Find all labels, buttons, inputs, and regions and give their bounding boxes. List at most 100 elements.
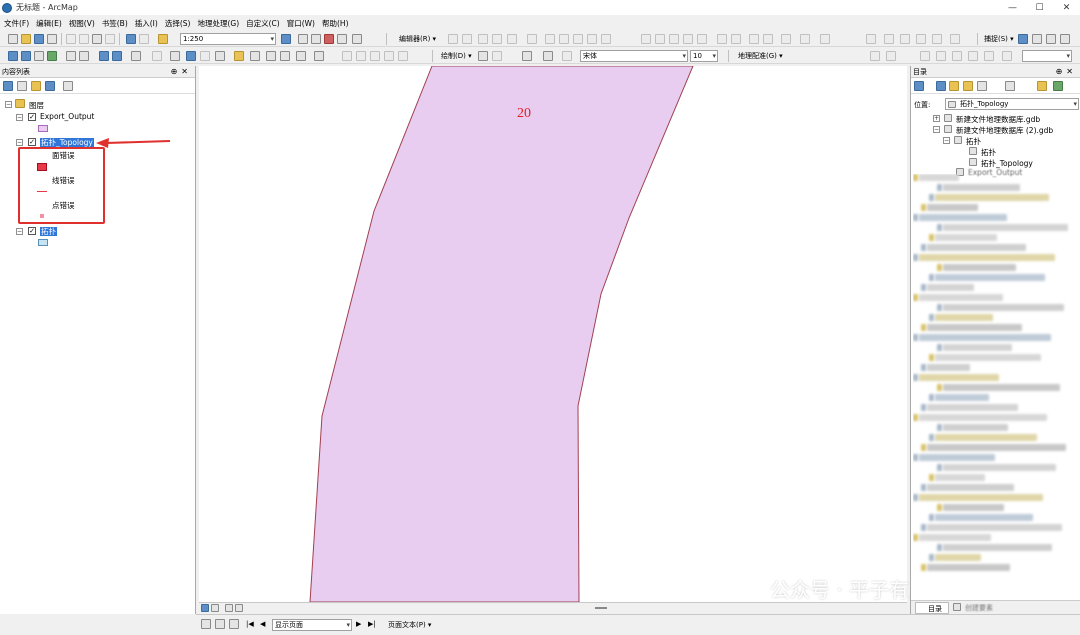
font-combo[interactable]: 宋体 <box>580 50 688 62</box>
location-combo[interactable]: 拓扑_Topology <box>945 98 1079 110</box>
catalog-item-gdb-1[interactable]: 新建文件地理数据库.gdb <box>956 114 1040 125</box>
map-canvas[interactable]: 20 <box>199 66 907 602</box>
back-extent-icon[interactable] <box>99 51 109 61</box>
catalog-item-feature-class[interactable]: 拓扑 <box>981 147 996 158</box>
copy-icon[interactable] <box>79 34 89 44</box>
page-icon[interactable] <box>229 619 239 629</box>
undo-icon[interactable] <box>126 34 136 44</box>
tab-catalog[interactable]: 目录 <box>915 602 949 614</box>
symbol-swatch[interactable] <box>38 239 48 246</box>
toc-options-icon[interactable] <box>63 81 73 91</box>
connect-folder-icon[interactable] <box>977 81 987 91</box>
expand-icon[interactable]: − <box>16 114 23 121</box>
menu-bookmarks[interactable]: 书签(B) <box>102 18 128 29</box>
georeferencing-menu[interactable]: 地理配准(G) ▾ <box>738 51 783 61</box>
identify-icon[interactable] <box>186 51 196 61</box>
scroll-grip[interactable] <box>595 607 607 609</box>
delete-icon[interactable] <box>105 34 115 44</box>
menu-selection[interactable]: 选择(S) <box>165 18 191 29</box>
expand-icon[interactable]: − <box>933 126 940 133</box>
end-snapping-icon[interactable] <box>1032 34 1042 44</box>
back-icon[interactable] <box>914 81 924 91</box>
draw-select-icon[interactable] <box>478 51 488 61</box>
time-slider-icon[interactable] <box>296 51 306 61</box>
list-by-visibility-icon[interactable] <box>31 81 41 91</box>
fixed-zoom-in-icon[interactable] <box>66 51 76 61</box>
up-one-level-icon[interactable] <box>949 81 959 91</box>
menu-geoprocessing[interactable]: 地理处理(G) <box>197 18 239 29</box>
expand-icon[interactable]: + <box>933 115 940 122</box>
editor-toolbar-icon[interactable] <box>281 34 291 44</box>
snapping-menu[interactable]: 捕捉(S) ▾ <box>984 34 1014 44</box>
expand-icon[interactable]: − <box>943 137 950 144</box>
tab-create-features[interactable]: 创建要素 <box>953 602 993 614</box>
menu-help[interactable]: 帮助(H) <box>322 18 349 29</box>
redo-icon[interactable] <box>139 34 149 44</box>
list-by-drawing-order-icon[interactable] <box>3 81 13 91</box>
list-by-selection-icon[interactable] <box>45 81 55 91</box>
callout-icon[interactable] <box>562 51 572 61</box>
draw-menu[interactable]: 绘制(D) ▾ <box>441 51 472 61</box>
clear-selection-icon[interactable] <box>152 51 162 61</box>
list-by-source-icon[interactable] <box>17 81 27 91</box>
select-features-icon[interactable] <box>131 51 141 61</box>
polygon-feature[interactable] <box>309 66 694 602</box>
open-icon[interactable] <box>21 34 31 44</box>
prev-page-icon[interactable]: ◀ <box>260 620 265 628</box>
rectangle-icon[interactable] <box>522 51 532 61</box>
select-elements-icon[interactable] <box>170 51 180 61</box>
toc-pin-close[interactable]: ⊕✕ <box>171 66 192 78</box>
search-window-icon[interactable] <box>324 34 334 44</box>
symbol-swatch[interactable] <box>38 125 48 132</box>
python-window-icon[interactable] <box>352 34 362 44</box>
text-icon[interactable] <box>543 51 553 61</box>
catalog-item-dataset[interactable]: 拓扑 <box>966 136 981 147</box>
new-folder-icon[interactable] <box>1037 81 1047 91</box>
find-icon[interactable] <box>250 51 260 61</box>
menu-customize[interactable]: 自定义(C) <box>246 18 280 29</box>
catalog-pin-close[interactable]: ⊕✕ <box>1056 66 1077 78</box>
forward-extent-icon[interactable] <box>112 51 122 61</box>
expand-icon[interactable]: − <box>5 101 12 108</box>
add-data-icon[interactable] <box>158 34 168 44</box>
catalog-search-icon[interactable] <box>1053 81 1063 91</box>
catalog-window-icon[interactable] <box>311 34 321 44</box>
catalog-item-gdb-2[interactable]: 新建文件地理数据库 (2).gdb <box>956 125 1053 136</box>
layer-visibility-checkbox[interactable]: ✓ <box>28 113 36 121</box>
layer-visibility-checkbox[interactable]: ✓ <box>28 138 36 146</box>
page-text-menu[interactable]: 页面文本(P) ▾ <box>388 620 431 630</box>
find-route-icon[interactable] <box>266 51 276 61</box>
refresh-icon[interactable] <box>225 604 233 612</box>
maximize-icon[interactable]: ☐ <box>1026 0 1053 15</box>
georef-layer-combo[interactable] <box>1022 50 1072 62</box>
layer-export-output[interactable]: Export_Output <box>40 112 94 121</box>
minimize-icon[interactable]: — <box>999 0 1026 15</box>
last-page-icon[interactable]: ▶| <box>368 620 376 628</box>
home-folder-icon[interactable] <box>963 81 973 91</box>
forward-icon[interactable] <box>936 81 946 91</box>
rotate-element-icon[interactable] <box>492 51 502 61</box>
layers-root-label[interactable]: 图层 <box>29 100 44 111</box>
toc-window-icon[interactable] <box>298 34 308 44</box>
layer-topology-dataset[interactable]: 拓扑 <box>40 226 57 237</box>
pan-icon[interactable] <box>34 51 44 61</box>
vertex-snapping-icon[interactable] <box>1046 34 1056 44</box>
print-icon[interactable] <box>47 34 57 44</box>
close-icon[interactable]: ✕ <box>1053 0 1080 15</box>
menu-file[interactable]: 文件(F) <box>4 18 29 29</box>
full-extent-icon[interactable] <box>47 51 57 61</box>
zoom-out-icon[interactable] <box>21 51 31 61</box>
fixed-zoom-out-icon[interactable] <box>79 51 89 61</box>
editor-menu[interactable]: 编辑器(R) ▾ <box>399 34 436 44</box>
layout-view-icon[interactable] <box>211 604 219 612</box>
next-page-icon[interactable]: ▶ <box>356 620 361 628</box>
page-combo[interactable]: 显示页面 <box>272 619 352 631</box>
arctoolbox-icon[interactable] <box>337 34 347 44</box>
hyperlink-icon[interactable] <box>200 51 210 61</box>
new-document-icon[interactable] <box>8 34 18 44</box>
scale-combo[interactable]: 1:250 <box>180 33 276 45</box>
goto-xy-icon[interactable] <box>280 51 290 61</box>
create-viewer-icon[interactable] <box>314 51 324 61</box>
pause-drawing-icon[interactable] <box>235 604 243 612</box>
toggle-contents-icon[interactable] <box>1005 81 1015 91</box>
